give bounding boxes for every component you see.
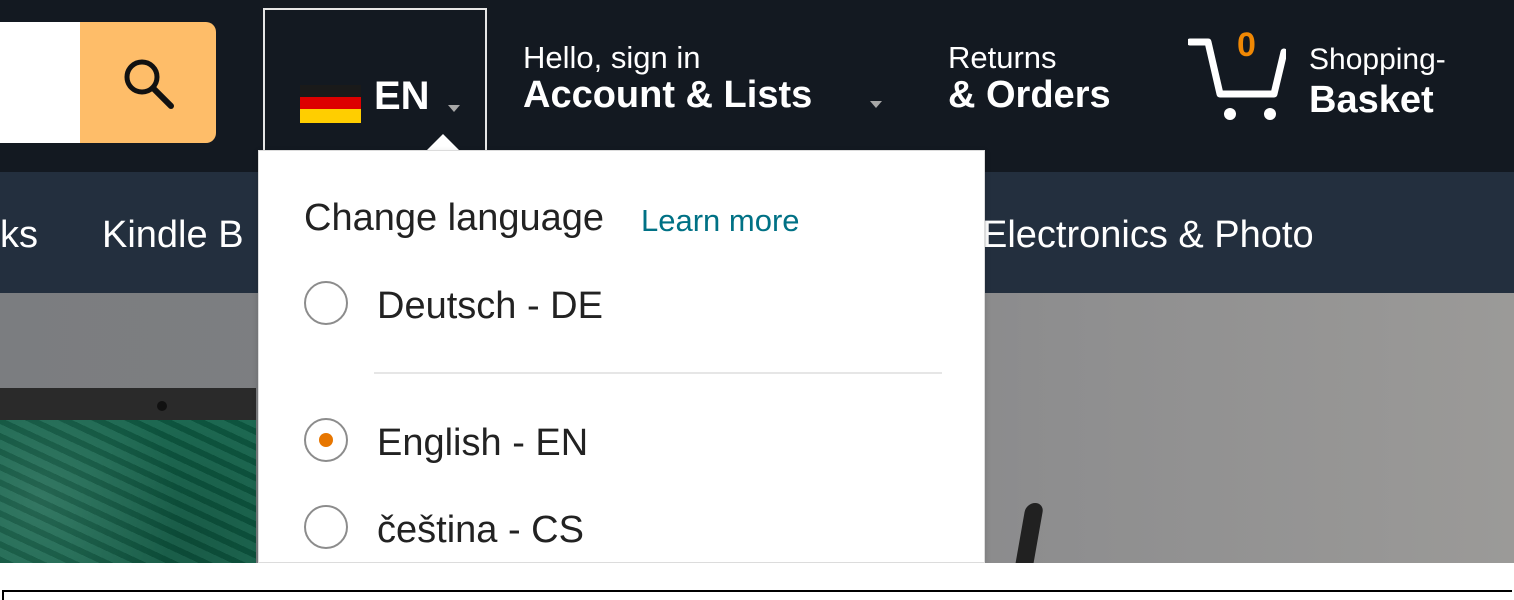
language-selector[interactable]: EN: [263, 8, 487, 154]
language-option-label: English - EN: [377, 422, 589, 464]
radio-selected-dot: [319, 433, 333, 447]
flag-gold-stripe: [300, 109, 361, 123]
page-bottom-border: [2, 590, 1512, 600]
germany-flag-icon: [300, 85, 361, 123]
account-greeting: Hello, sign in: [523, 40, 701, 75]
hero-object: [1013, 503, 1045, 563]
account-label: Account & Lists: [523, 73, 813, 116]
account-and-lists[interactable]: Hello, sign in Account & Lists: [523, 40, 813, 116]
radio-english-en[interactable]: [304, 418, 348, 462]
language-menu-title: Change language: [304, 197, 605, 239]
cart-label-top: Shopping-: [1309, 43, 1446, 76]
radio-deutsch-de[interactable]: [304, 281, 348, 325]
learn-more-link[interactable]: Learn more: [641, 205, 800, 236]
search-icon: [124, 59, 174, 109]
returns-line2: & Orders: [948, 73, 1111, 116]
device-bezel: [0, 388, 256, 420]
nav-item-electronics-photo[interactable]: Electronics & Photo: [982, 216, 1314, 254]
language-option-label: Deutsch - DE: [377, 285, 603, 327]
amazon-header-screenshot: EN Hello, sign in Account & Lists Return…: [0, 0, 1514, 600]
language-options-divider: [374, 372, 942, 374]
search-button[interactable]: [80, 22, 216, 143]
chevron-down-icon: [870, 101, 882, 108]
returns-and-orders[interactable]: Returns & Orders: [948, 40, 1111, 116]
flag-red-stripe: [300, 97, 361, 109]
nav-item-books-partial[interactable]: ks: [0, 216, 38, 254]
device-screen: [0, 420, 256, 563]
flag-black-stripe: [300, 85, 361, 97]
radio-cestina-cs[interactable]: [304, 505, 348, 549]
chevron-down-icon: [448, 105, 460, 112]
returns-line1: Returns: [948, 40, 1057, 75]
search-input[interactable]: [0, 22, 80, 143]
nav-item-kindle-partial[interactable]: Kindle B: [102, 216, 244, 254]
device-camera: [157, 401, 167, 411]
language-option-label: čeština - CS: [377, 509, 584, 551]
cart-count: 0: [1237, 26, 1256, 64]
cart-label-bottom: Basket: [1309, 79, 1434, 121]
language-code: EN: [374, 74, 430, 118]
shopping-basket[interactable]: 0 Shopping- Basket: [1188, 26, 1508, 132]
